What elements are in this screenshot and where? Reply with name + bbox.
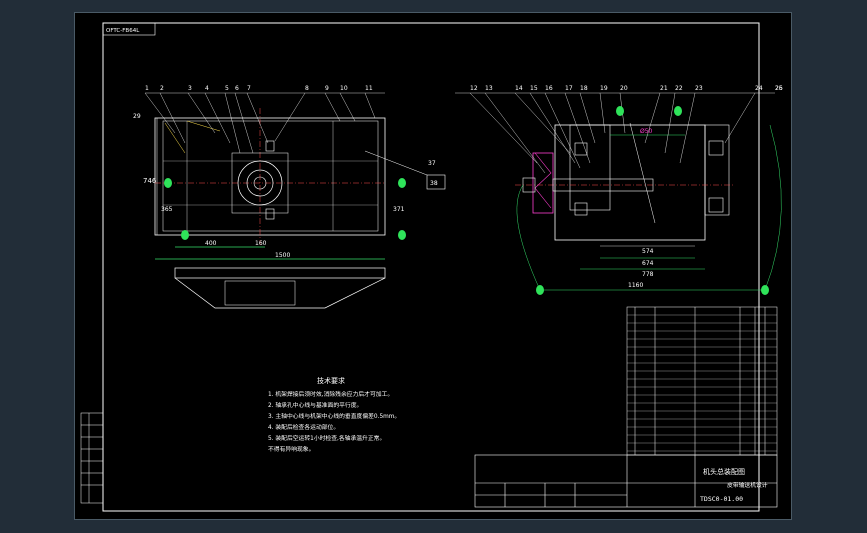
frame-code: OFTC-FB64L	[106, 28, 140, 34]
balloon-21: 21	[660, 85, 668, 92]
balloon-5: 5	[225, 85, 229, 92]
org-name: 皮带输送机设计	[727, 481, 768, 489]
balloon-17: 17	[565, 85, 573, 92]
dim-365: 365	[161, 206, 173, 213]
balloon-18: 18	[580, 85, 588, 92]
dim-160: 160	[255, 240, 267, 247]
technical-notes: 技术要求 1. 机架焊接后须时效,消除残余应力后才可加工。 2. 轴承孔中心线与…	[268, 376, 400, 453]
balloon-4: 4	[205, 85, 209, 92]
balloon-23: 23	[695, 85, 703, 92]
balloon-16: 16	[545, 85, 553, 92]
balloon-13: 13	[485, 85, 493, 92]
note-line: 不得有异响现象。	[268, 445, 314, 453]
drawing-name: 机头总装配图	[703, 467, 745, 476]
balloon-29: 29	[133, 113, 141, 120]
detail-38: 38	[430, 180, 438, 187]
balloon-8: 8	[305, 85, 309, 92]
balloon-37: 37	[428, 160, 436, 167]
note-line: 1. 机架焊接后须时效,消除残余应力后才可加工。	[268, 390, 393, 398]
balloon-1: 1	[145, 85, 149, 92]
balloon-14: 14	[515, 85, 523, 92]
left-revision-strip	[80, 412, 104, 504]
green-markers	[164, 106, 769, 295]
note-line: 2. 轴承孔中心线与基准面的平行度。	[268, 401, 362, 409]
balloon-15: 15	[530, 85, 538, 92]
balloon-24: 24	[755, 85, 763, 92]
left-view: 746 365 371 400 160 1500 38	[143, 92, 446, 309]
dim-dia-50: Ø50	[640, 128, 653, 135]
note-line: 4. 装配后检查各运动部位。	[268, 423, 339, 431]
drawing-sheet: OFTC-FB64L 746 365 371 400 160 1500 38 Ø…	[74, 12, 792, 520]
dim-1500: 1500	[275, 252, 290, 259]
balloon-7: 7	[247, 85, 251, 92]
border-frame	[102, 22, 760, 512]
balloon-9: 9	[325, 85, 329, 92]
dim-778: 778	[642, 271, 654, 278]
dim-674: 674	[642, 260, 654, 267]
dim-1160: 1160	[628, 282, 643, 289]
balloon-11: 11	[365, 85, 373, 92]
balloon-12: 12	[470, 85, 478, 92]
balloon-22: 22	[675, 85, 683, 92]
notes-title: 技术要求	[317, 376, 345, 385]
balloon-19: 19	[600, 85, 608, 92]
note-line: 5. 装配后空运转1小时检查,各轴承温升正常。	[268, 434, 385, 442]
right-view: Ø50 574 674 778 1160	[455, 92, 782, 291]
note-line: 3. 主轴中心线与机架中心线的垂直度偏差0.5mm。	[268, 412, 400, 420]
balloon-2: 2	[160, 85, 164, 92]
drawing-code: TDSC0-01.00	[700, 495, 743, 503]
dim-371: 371	[393, 206, 405, 213]
cad-drawing: OFTC-FB64L 746 365 371 400 160 1500 38 Ø…	[80, 22, 783, 512]
balloon-20: 20	[620, 85, 628, 92]
dim-574: 574	[642, 248, 654, 255]
balloon-10: 10	[340, 85, 348, 92]
parts-list	[626, 306, 778, 456]
balloon-26: 26	[775, 85, 783, 92]
dim-400: 400	[205, 240, 217, 247]
dim-746: 746	[143, 177, 157, 185]
balloon-3: 3	[188, 85, 192, 92]
balloon-6: 6	[235, 85, 239, 92]
